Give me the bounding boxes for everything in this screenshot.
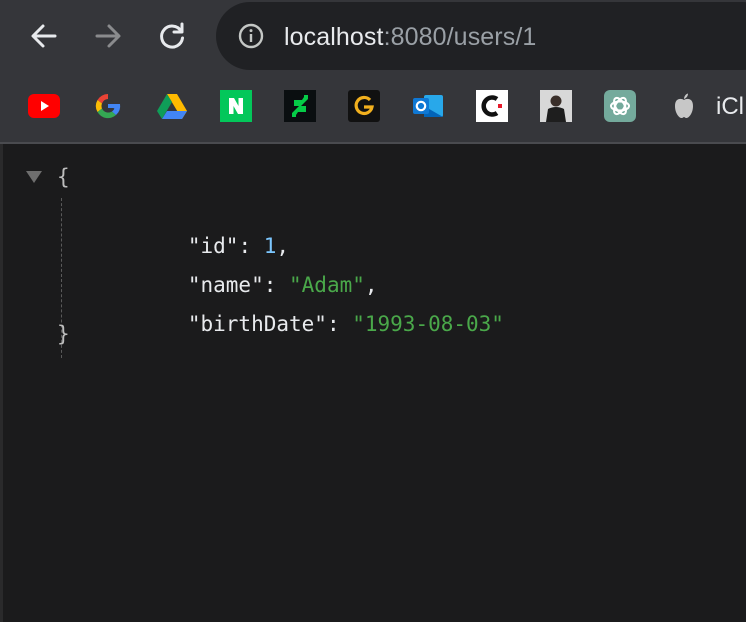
json-line: "birthDate": "1993-08-03" [112, 279, 504, 336]
json-key: "birthDate" [187, 312, 327, 336]
deviantart-icon [284, 90, 316, 122]
arrow-right-icon [95, 24, 121, 48]
url-text[interactable]: localhost:8080/users/1 [284, 22, 536, 52]
page-content: { "id": 1, "name": "Adam", "birthDate": … [0, 144, 746, 622]
reload-button[interactable] [152, 16, 192, 56]
json-open-brace: { [57, 165, 70, 189]
address-bar[interactable]: localhost:8080/users/1 [216, 2, 746, 70]
google-bookmark[interactable] [92, 90, 124, 122]
bookmarks-bar: iCl [0, 72, 746, 144]
openai-icon [604, 90, 636, 122]
youtube-icon [28, 94, 60, 118]
outlook-bookmark[interactable] [412, 90, 444, 122]
json-value: "1993-08-03" [352, 312, 504, 336]
back-button[interactable] [24, 16, 64, 56]
browser-toolbar: localhost:8080/users/1 [0, 0, 746, 72]
g-logo-icon [348, 90, 380, 122]
youtube-bookmark[interactable] [28, 90, 60, 122]
profile-bookmark[interactable] [540, 90, 572, 122]
google-drive-bookmark[interactable] [156, 90, 188, 122]
content-left-border [0, 144, 3, 622]
c-logo-icon [476, 90, 508, 122]
forward-button[interactable] [88, 16, 128, 56]
person-photo-icon [540, 90, 572, 122]
url-path: :8080/users/1 [383, 23, 537, 51]
icloud-bookmark[interactable] [668, 90, 700, 122]
json-line: "id": 1, [112, 201, 289, 258]
icloud-label[interactable]: iCl [716, 92, 744, 122]
apple-icon [675, 93, 693, 118]
deviantart-bookmark[interactable] [284, 90, 316, 122]
url-host: localhost [284, 23, 384, 51]
c-bookmark[interactable] [476, 90, 508, 122]
json-close-brace: } [57, 322, 70, 346]
json-separator: : [326, 312, 353, 336]
naver-n-icon [220, 90, 252, 122]
reload-icon [160, 22, 184, 49]
g-bookmark[interactable] [348, 90, 380, 122]
chatgpt-bookmark[interactable] [604, 90, 636, 122]
outlook-icon [413, 95, 443, 117]
google-drive-icon [157, 94, 187, 119]
arrow-left-icon [31, 24, 57, 48]
google-icon [95, 93, 121, 119]
naver-bookmark[interactable] [220, 90, 252, 122]
collapse-toggle-icon[interactable] [26, 171, 42, 183]
json-line: "name": "Adam", [112, 240, 378, 297]
info-icon[interactable] [238, 23, 264, 49]
